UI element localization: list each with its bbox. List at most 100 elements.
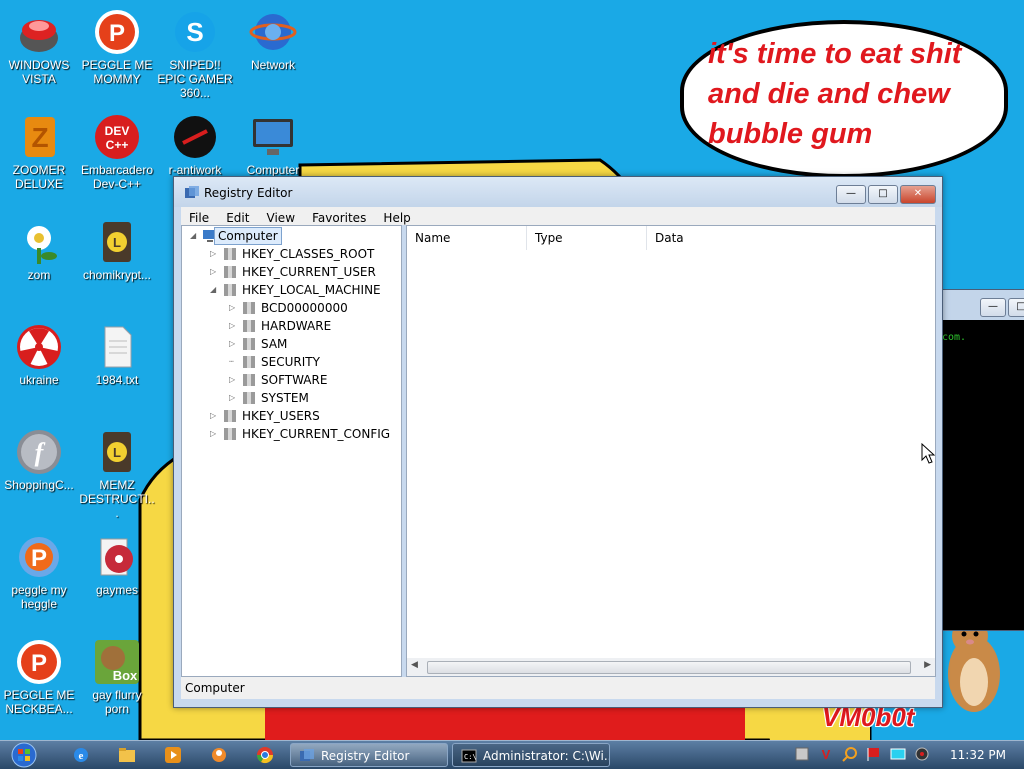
- taskbar-button-registry-editor[interactable]: Registry Editor: [290, 743, 448, 767]
- desktop-icon-label: zom: [27, 268, 51, 282]
- media-player-icon[interactable]: [164, 746, 182, 764]
- desktop-icon-label: 1984.txt: [95, 373, 139, 387]
- zom-icon: [15, 218, 63, 266]
- horizontal-scrollbar[interactable]: ◀ ▶: [407, 658, 935, 676]
- start-button[interactable]: [8, 742, 40, 768]
- desktop-icon-label: ZOOMER DELUXE: [12, 163, 66, 191]
- maximize-button[interactable]: □: [868, 185, 898, 204]
- scroll-right-icon[interactable]: ▶: [924, 660, 931, 670]
- tray-v-icon[interactable]: V: [818, 746, 834, 762]
- collapsed-arrow-icon[interactable]: ▷: [210, 263, 220, 281]
- collapsed-arrow-icon[interactable]: ▷: [210, 245, 220, 263]
- cmd-console[interactable]: com.: [942, 320, 1024, 630]
- collapsed-arrow-icon[interactable]: ▷: [229, 299, 239, 317]
- collapsed-arrow-icon[interactable]: ▷: [210, 407, 220, 425]
- collapsed-arrow-icon[interactable]: ▷: [229, 317, 239, 335]
- close-button[interactable]: ✕: [900, 185, 936, 204]
- desktop-icon-zom[interactable]: zom: [1, 218, 77, 282]
- tray-volume-icon[interactable]: [914, 746, 930, 762]
- peggle-me-neckbea-icon: P: [15, 638, 63, 686]
- column-header-type[interactable]: Type: [527, 226, 647, 250]
- registry-key-icon: [224, 248, 236, 260]
- svg-text:Box: Box: [113, 668, 138, 683]
- collapsed-arrow-icon[interactable]: ▷: [229, 389, 239, 407]
- cmd-minimize-button[interactable]: —: [980, 298, 1006, 317]
- svg-text:P: P: [31, 650, 47, 677]
- desktop-icon-1984-txt[interactable]: 1984.txt: [79, 323, 155, 387]
- tray-display-icon[interactable]: [890, 746, 906, 762]
- collapsed-arrow-icon[interactable]: ▷: [229, 335, 239, 353]
- speech-bubble-text: it's time to eat shit and die and chew b…: [708, 38, 962, 150]
- desktop-icon-label: SNIPED!! EPIC GAMER 360...: [157, 58, 233, 100]
- registry-editor-window[interactable]: Registry Editor — □ ✕ File Edit View Fav…: [173, 176, 943, 708]
- desktop-icon-peggle-me-neckbea[interactable]: P PEGGLE ME NECKBEA...: [1, 638, 77, 716]
- registry-tree[interactable]: ◢ Computer ▷ HKEY_CLASSES_ROOT ▷ HKEY_CU…: [181, 225, 402, 677]
- svg-text:P: P: [31, 545, 47, 572]
- antiwork-icon: [171, 113, 219, 161]
- column-header-data[interactable]: Data: [647, 226, 935, 250]
- desktop-icon-computer[interactable]: Computer: [235, 113, 311, 177]
- desktop-icon-label: ukraine: [19, 373, 59, 387]
- desktop-icon-memz[interactable]: L MEMZ DESTRUCTI...: [79, 428, 155, 520]
- folder-icon: [93, 533, 141, 581]
- expanded-arrow-icon[interactable]: ◢: [190, 227, 200, 245]
- zoomer-deluxe-icon: Z: [15, 113, 63, 161]
- network-icon: [249, 8, 297, 56]
- registry-key-icon: [224, 428, 236, 440]
- column-header-name[interactable]: Name: [407, 226, 527, 250]
- cmd-window[interactable]: — □ com.: [941, 289, 1024, 631]
- shoppingc-icon: f: [15, 428, 63, 476]
- registry-key-icon: [224, 284, 236, 296]
- scroll-left-icon[interactable]: ◀: [411, 660, 418, 670]
- tree-node-label: HKEY_USERS: [242, 409, 320, 423]
- desktop-icon-network[interactable]: Network: [235, 8, 311, 72]
- desktop-icon-shoppingc[interactable]: f ShoppingC...: [1, 428, 77, 492]
- scrollbar-thumb[interactable]: [427, 661, 911, 674]
- desktop-icon-antiwork[interactable]: r-antiwork: [157, 113, 233, 177]
- desktop-icon-windows-vista[interactable]: WINDOWS VISTA: [1, 8, 77, 86]
- svg-text:C:\: C:\: [464, 753, 477, 761]
- expanded-arrow-icon[interactable]: ◢: [210, 281, 220, 299]
- taskbar-clock[interactable]: 11:32 PM: [943, 741, 1013, 769]
- tray-network-icon[interactable]: [794, 746, 810, 762]
- explorer-folder-icon[interactable]: [118, 746, 136, 764]
- desktop-icon-chomikrypt[interactable]: L chomikrypt...: [79, 218, 155, 282]
- user-tile-icon[interactable]: [210, 746, 228, 764]
- cmd-maximize-button[interactable]: □: [1008, 298, 1024, 317]
- svg-text:S: S: [186, 17, 203, 47]
- skype-icon: S: [171, 8, 219, 56]
- registry-key-icon: [243, 374, 255, 386]
- taskbar-button-cmd[interactable]: C:\ Administrator: C:\Wi...: [452, 743, 610, 767]
- window-title: Registry Editor: [204, 186, 293, 200]
- tree-node-label: BCD00000000: [261, 301, 348, 315]
- desktop-icon-label: PEGGLE ME NECKBEA...: [3, 688, 75, 716]
- minimize-button[interactable]: —: [836, 185, 866, 204]
- ukraine-icon: [15, 323, 63, 371]
- tray-flag-icon[interactable]: [866, 746, 882, 762]
- status-bar: Computer: [181, 677, 935, 699]
- cmd-output-text: com.: [942, 332, 967, 343]
- desktop-icon-ukraine[interactable]: ukraine: [1, 323, 77, 387]
- desktop-icon-gaymes[interactable]: gaymes: [79, 533, 155, 597]
- desktop-icon-sniped[interactable]: S SNIPED!! EPIC GAMER 360...: [157, 8, 233, 100]
- desktop-icon-gay-flurry-porn[interactable]: Box gay flurry porn: [79, 638, 155, 716]
- tree-node-label: SAM: [261, 337, 288, 351]
- registry-key-icon: [243, 338, 255, 350]
- tree-node-label: HKEY_CURRENT_USER: [242, 265, 376, 279]
- desktop-icon-peggle-me-mommy[interactable]: P PEGGLE ME MOMMY: [79, 8, 155, 86]
- tray-search-icon[interactable]: [842, 746, 858, 762]
- desktop-icon-zoomer-deluxe[interactable]: Z ZOOMER DELUXE: [1, 113, 77, 191]
- svg-text:V: V: [822, 747, 831, 762]
- collapsed-arrow-icon[interactable]: ▷: [210, 425, 220, 443]
- internet-explorer-icon[interactable]: e: [72, 746, 90, 764]
- desktop-icon-devcpp[interactable]: DEV C++ Embarcadero Dev-C++: [79, 113, 155, 191]
- registry-key-icon: [224, 266, 236, 278]
- desktop-icon-peggle-my-heggle[interactable]: P peggle my heggle: [1, 533, 77, 611]
- values-list[interactable]: Name Type Data ◀ ▶: [406, 225, 936, 677]
- desktop-icon-label: r-antiwork: [168, 163, 222, 177]
- collapsed-arrow-icon[interactable]: ▷: [229, 371, 239, 389]
- svg-text:DEV: DEV: [105, 124, 130, 138]
- title-bar[interactable]: Registry Editor — □ ✕: [174, 177, 942, 207]
- desktop-icon-label: peggle my heggle: [11, 583, 67, 611]
- chrome-icon[interactable]: [256, 746, 274, 764]
